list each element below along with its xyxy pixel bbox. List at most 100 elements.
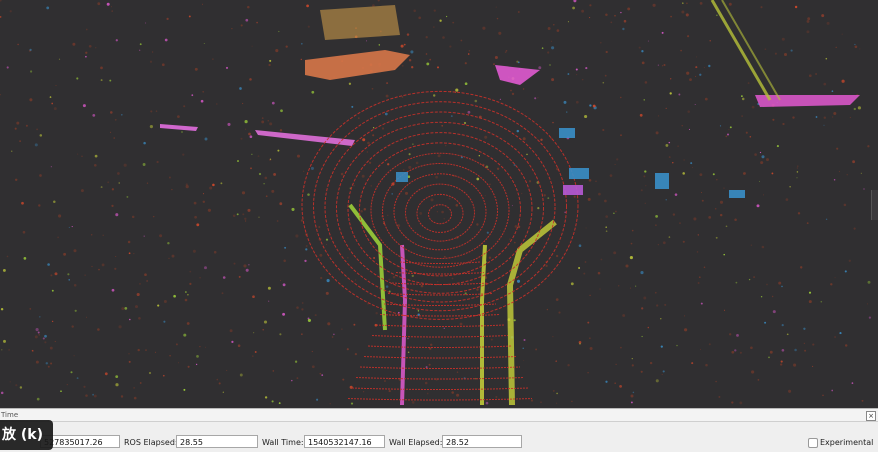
lidar-point [790,49,793,52]
lidar-point [609,174,613,177]
lidar-point [145,22,147,24]
lidar-point [459,322,463,326]
lidar-point [808,300,812,304]
lidar-point [420,284,424,288]
lidar-point [682,2,684,4]
lidar-point [407,351,410,353]
lidar-point [97,328,100,331]
lidar-point [661,373,663,376]
lidar-point [51,320,54,323]
lidar-point [781,324,784,327]
lidar-point [307,25,310,28]
lidar-point [432,94,436,97]
scan-ring [393,173,487,251]
lidar-point [239,373,243,377]
lidar-point [279,202,283,206]
lidar-point [500,229,502,231]
experimental-checkbox[interactable] [808,438,818,448]
lidar-point [60,390,62,393]
lidar-point [51,102,54,105]
lidar-point [736,334,739,337]
lidar-point [184,298,188,302]
lidar-point [631,364,634,367]
lidar-point [378,44,381,46]
wall-time-field[interactable]: 1540532147.16 [304,435,385,448]
lidar-point [408,165,412,169]
lidar-point [657,244,659,246]
render-viewport[interactable] [0,0,878,408]
lidar-point [452,21,455,24]
lidar-point [734,218,737,222]
lidar-point [44,334,47,338]
lidar-point [82,104,86,108]
lidar-point [282,312,286,316]
lidar-point [645,185,647,187]
lidar-point [589,346,593,351]
lidar-point [463,121,467,125]
lidar-point [806,30,810,34]
close-icon[interactable]: × [866,411,876,421]
lidar-point [757,379,760,381]
lidar-point [510,89,512,92]
lidar-point [756,204,760,208]
lidar-point [575,100,579,104]
lidar-point [245,128,247,130]
lidar-point [263,183,265,185]
lidar-point [838,170,841,173]
lidar-point [138,317,141,320]
lidar-point [834,336,837,338]
lidar-point [774,52,777,55]
lidar-point [450,115,453,118]
lidar-point [273,172,277,176]
lidar-point [649,361,653,365]
lidar-point [388,390,391,393]
lidar-point [833,178,836,181]
lidar-point [760,6,763,9]
lidar-point [578,340,582,344]
wall-elapsed-field[interactable]: 28.52 [442,435,522,448]
ros-elapsed-field[interactable]: 28.55 [176,435,258,448]
lidar-point [301,302,304,304]
lidar-point [627,7,631,11]
lidar-point [861,399,864,402]
lidar-point [177,115,180,118]
lidar-point [468,50,471,52]
lidar-point [85,51,88,54]
lidar-point [605,230,608,233]
lidar-point [311,365,315,369]
lidar-point [23,257,27,260]
lidar-point [383,379,387,383]
lidar-point [687,110,690,113]
lidar-point [718,395,721,398]
lidar-point [34,335,38,339]
scan-stripe [363,356,517,359]
point-cloud-scene[interactable] [0,0,878,408]
lidar-point [614,382,617,385]
lidar-point [325,291,329,295]
lidar-point [167,241,170,245]
lidar-point [164,38,168,42]
lidar-point [796,167,798,169]
lidar-point [496,17,499,20]
lidar-point [776,145,779,148]
lidar-point [97,2,101,6]
lidar-point [183,105,186,108]
scan-stripe [371,335,509,338]
lidar-point [392,275,396,279]
lidar-point [699,348,702,350]
side-panel-collapse-handle[interactable] [871,190,878,220]
lidar-point [769,350,773,354]
lidar-point [567,73,570,75]
lidar-point [239,87,242,90]
lidar-point [684,315,686,317]
lidar-point [425,36,428,39]
lidar-point [716,178,718,181]
lidar-point [620,96,622,99]
lidar-point [106,2,110,6]
lidar-point [424,381,428,385]
curb-line-left [348,203,387,331]
lidar-point [834,277,836,279]
lidar-point [807,17,811,21]
time-panel: Time × 527835017.26 ROS Elapsed: 28.55 W… [0,408,878,452]
lidar-point [854,45,858,49]
